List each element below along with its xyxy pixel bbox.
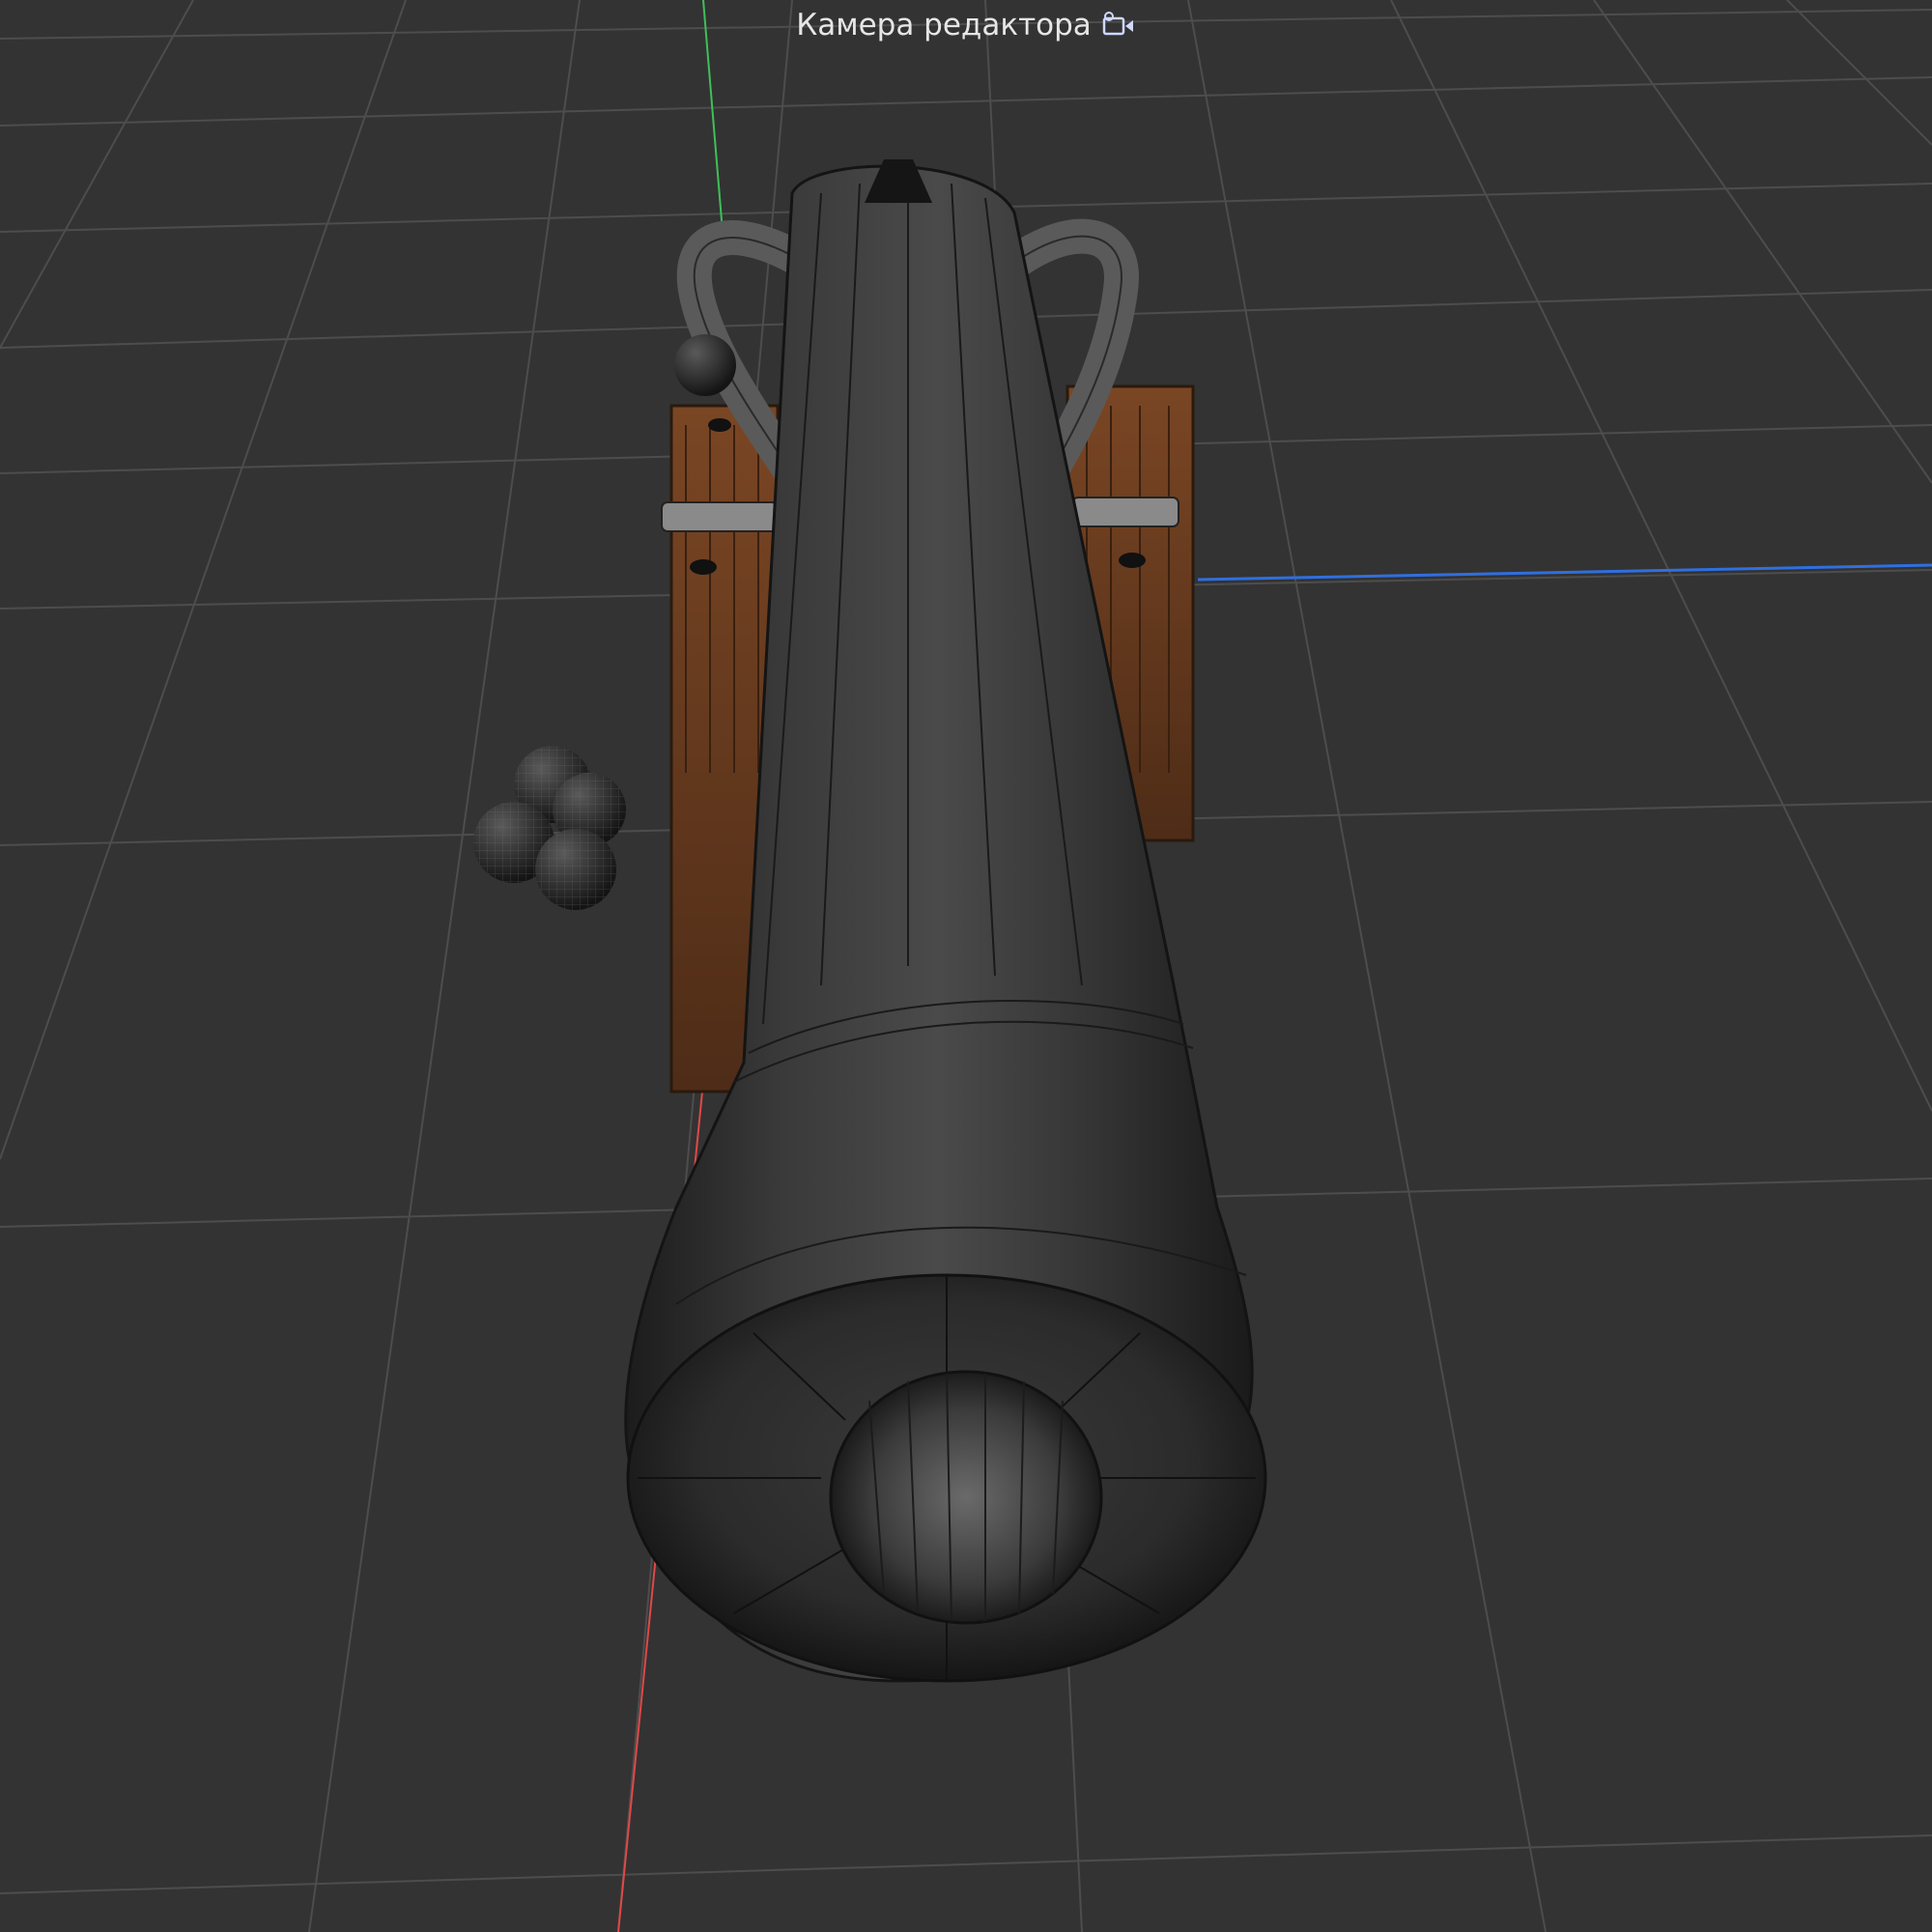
camera-label[interactable]: Камера редактора	[0, 8, 1932, 43]
3d-viewport[interactable]	[0, 0, 1932, 1932]
cannon-bore	[829, 1370, 1103, 1625]
camera-label-text: Камера редактора	[796, 8, 1092, 43]
video-camera-icon[interactable]	[1101, 11, 1136, 40]
